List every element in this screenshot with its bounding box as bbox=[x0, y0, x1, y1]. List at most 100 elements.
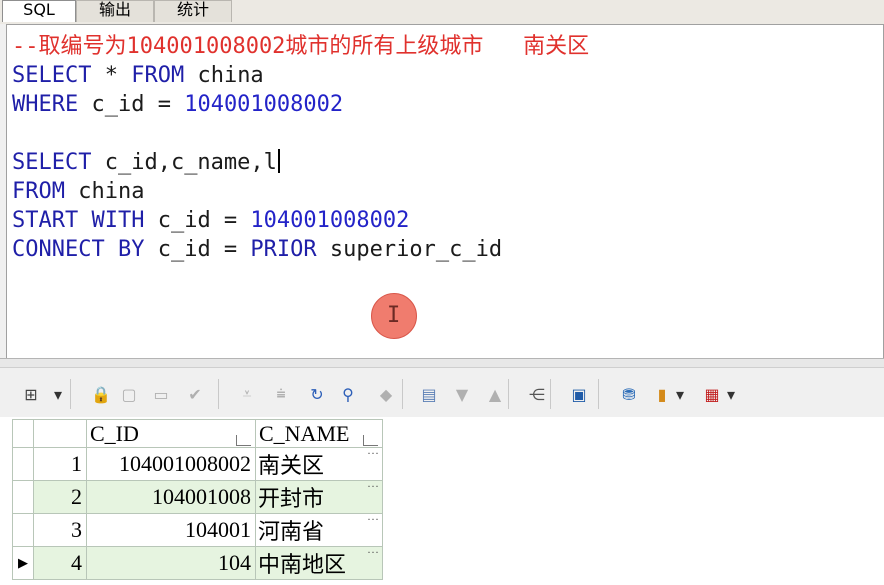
code-line[interactable]: SELECT c_id,c_name,l bbox=[12, 148, 589, 177]
mouse-cursor-highlight: I bbox=[371, 293, 417, 339]
dropdown-arrow-icon[interactable]: ▾ bbox=[674, 383, 686, 405]
sql-keyword: CONNECT BY bbox=[12, 237, 158, 262]
refresh-icon[interactable]: ↻ bbox=[306, 383, 328, 405]
ibeam-cursor-icon: I bbox=[387, 303, 401, 328]
cell-text: 开封市 bbox=[258, 486, 325, 511]
row-indicator[interactable] bbox=[12, 447, 34, 481]
row-number[interactable]: 3 bbox=[33, 513, 87, 547]
dropdown-arrow-icon[interactable]: ▾ bbox=[725, 383, 737, 405]
column-sort-icon[interactable] bbox=[363, 434, 378, 446]
row-indicator[interactable]: ▶ bbox=[12, 546, 34, 580]
sql-keyword: SELECT bbox=[12, 150, 105, 175]
sql-keyword: SELECT bbox=[12, 63, 105, 88]
cell-editor-button[interactable]: ··· bbox=[367, 446, 379, 461]
result-grid: C_ID C_NAME 1 104001008002 南关区 ··· 2 10400100… bbox=[12, 419, 383, 580]
current-row-marker-icon: ▶ bbox=[18, 555, 28, 570]
row-number[interactable]: 1 bbox=[33, 447, 87, 481]
sql-keyword: FROM bbox=[12, 179, 79, 204]
sql-text: * bbox=[104, 63, 132, 88]
sql-number: 104001008002 bbox=[184, 92, 344, 117]
toolbar-separator bbox=[402, 379, 403, 409]
cell-editor-button[interactable]: ··· bbox=[367, 479, 379, 494]
sql-text: china bbox=[78, 179, 145, 204]
cell-c-name[interactable]: 河南省 ··· bbox=[255, 512, 383, 547]
result-grid-area: C_ID C_NAME 1 104001008002 南关区 ··· 2 10400100… bbox=[0, 417, 884, 585]
cell-c-id[interactable]: 104 bbox=[86, 546, 256, 580]
grid-corner-cell[interactable] bbox=[12, 419, 34, 448]
code-line[interactable]: SELECT * FROM china bbox=[12, 61, 589, 90]
row-indicator[interactable] bbox=[12, 513, 34, 547]
chart-icon[interactable]: ▮ bbox=[651, 383, 673, 405]
column-sort-icon[interactable] bbox=[236, 434, 251, 446]
cell-editor-button[interactable]: ··· bbox=[367, 512, 379, 527]
row-number[interactable]: 2 bbox=[33, 480, 87, 514]
sql-text: c_id = bbox=[91, 92, 185, 117]
row-number[interactable]: 4 bbox=[33, 546, 87, 580]
toolbar-separator bbox=[70, 379, 71, 409]
code-line[interactable]: WHERE c_id = 104001008002 bbox=[12, 90, 589, 119]
grid-header-row: C_ID C_NAME bbox=[12, 419, 383, 448]
sql-keyword: WHERE bbox=[12, 92, 92, 117]
text-caret bbox=[277, 149, 280, 173]
sql-text: superior_c_id bbox=[329, 237, 503, 262]
tab-sql[interactable]: SQL bbox=[2, 0, 76, 22]
filter-down-icon[interactable]: ⩡ bbox=[236, 383, 258, 405]
sql-keyword: PRIOR bbox=[250, 237, 330, 262]
tab-statistics[interactable]: 统计 bbox=[154, 0, 232, 22]
column-header-c-id[interactable]: C_ID bbox=[86, 419, 256, 448]
dropdown-arrow-icon[interactable]: ▾ bbox=[52, 383, 64, 405]
toolbar-separator bbox=[218, 379, 219, 409]
clear-icon[interactable]: ◆ bbox=[375, 383, 397, 405]
post-changes-icon[interactable]: ✔ bbox=[184, 383, 206, 405]
sql-text: c_id = bbox=[157, 208, 251, 233]
sql-editor[interactable]: --取编号为104001008002城市的所有上级城市 南关区 SELECT * … bbox=[6, 24, 884, 359]
code-line[interactable] bbox=[12, 119, 589, 148]
grid-options-icon[interactable]: ⊞ bbox=[20, 383, 42, 405]
move-up-icon[interactable]: ▲ bbox=[484, 383, 506, 405]
filter-all-icon[interactable]: ⩧ bbox=[270, 383, 292, 405]
row-indicator[interactable] bbox=[12, 480, 34, 514]
cell-editor-button[interactable]: ··· bbox=[367, 545, 379, 560]
cell-text: 南关区 bbox=[258, 453, 325, 478]
insert-record-icon[interactable]: ▢ bbox=[118, 383, 140, 405]
editor-tab-bar: SQL 输出 统计 bbox=[0, 0, 884, 24]
find-icon[interactable]: ⚲ bbox=[337, 383, 359, 405]
sql-keyword: START WITH bbox=[12, 208, 158, 233]
toolbar-separator bbox=[550, 379, 551, 409]
cell-c-id[interactable]: 104001008 bbox=[86, 480, 256, 514]
code-line[interactable]: --取编号为104001008002城市的所有上级城市 南关区 bbox=[12, 32, 589, 61]
single-record-view-icon[interactable]: ▤ bbox=[418, 383, 440, 405]
cell-c-name[interactable]: 南关区 ··· bbox=[255, 446, 383, 481]
tab-output[interactable]: 输出 bbox=[76, 0, 154, 22]
sql-comment: --取编号为104001008002城市的所有上级城市 南关区 bbox=[12, 34, 590, 59]
save-icon[interactable]: ▣ bbox=[568, 383, 590, 405]
delete-record-icon[interactable]: ▭ bbox=[150, 383, 172, 405]
code-line[interactable]: CONNECT BY c_id = PRIOR superior_c_id bbox=[12, 235, 589, 264]
result-toolbar: ⊞ ▾ 🔒 ▢ ▭ ✔ ⩡ ⩧ ↻ ⚲ ◆ ▤ ▼ ▲ ⋲ ▣ ⛃ ▮ ▾ ▦ ▾ bbox=[0, 371, 884, 417]
export-data-icon[interactable]: ⛃ bbox=[618, 383, 640, 405]
move-down-icon[interactable]: ▼ bbox=[451, 383, 473, 405]
sql-number: 104001008002 bbox=[250, 208, 410, 233]
cell-c-id[interactable]: 104001008002 bbox=[86, 447, 256, 481]
column-header-c-name[interactable]: C_NAME bbox=[255, 419, 383, 448]
table-view-icon[interactable]: ▦ bbox=[701, 383, 723, 405]
sql-keyword: FROM bbox=[131, 63, 198, 88]
cell-c-id[interactable]: 104001 bbox=[86, 513, 256, 547]
cell-c-name[interactable]: 开封市 ··· bbox=[255, 479, 383, 514]
sql-code[interactable]: --取编号为104001008002城市的所有上级城市 南关区 SELECT * … bbox=[12, 32, 589, 264]
table-row[interactable]: 3 104001 河南省 ··· bbox=[12, 512, 383, 547]
query-by-example-icon[interactable]: ⋲ bbox=[526, 383, 548, 405]
toolbar-separator bbox=[598, 379, 599, 409]
table-row[interactable]: ▶ 4 104 中南地区 ··· bbox=[12, 545, 383, 580]
lock-icon[interactable]: 🔒 bbox=[90, 383, 112, 405]
cell-c-name[interactable]: 中南地区 ··· bbox=[255, 545, 383, 580]
cell-text: 河南省 bbox=[258, 519, 325, 544]
table-row[interactable]: 1 104001008002 南关区 ··· bbox=[12, 446, 383, 481]
sql-text: china bbox=[197, 63, 264, 88]
grid-rownum-header[interactable] bbox=[33, 419, 87, 448]
code-line[interactable]: START WITH c_id = 104001008002 bbox=[12, 206, 589, 235]
cell-text: 中南地区 bbox=[258, 552, 347, 577]
table-row[interactable]: 2 104001008 开封市 ··· bbox=[12, 479, 383, 514]
pane-splitter[interactable] bbox=[0, 358, 884, 368]
code-line[interactable]: FROM china bbox=[12, 177, 589, 206]
